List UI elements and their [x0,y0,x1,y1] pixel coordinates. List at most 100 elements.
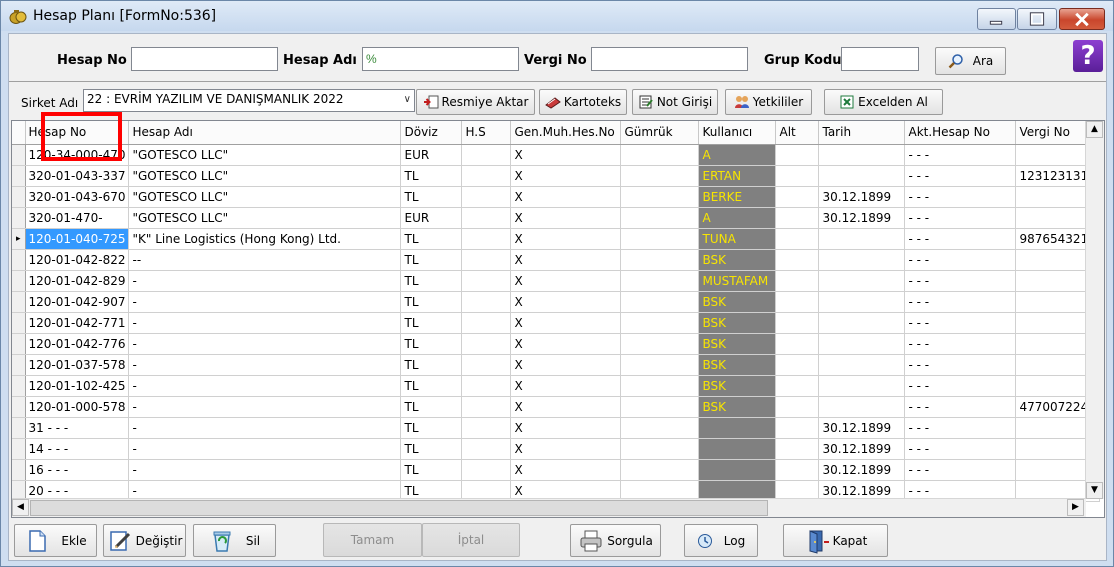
table-cell[interactable]: X [510,270,622,292]
table-cell[interactable]: ERTAN [698,165,777,187]
table-cell[interactable]: BSK [698,354,777,376]
table-cell[interactable]: 30.12.1899 [818,186,906,208]
table-cell[interactable] [818,228,906,250]
grup-kodu-input[interactable] [841,47,919,71]
vertical-scrollbar[interactable]: ▲ ▼ [1085,121,1104,499]
table-cell[interactable] [620,249,700,271]
table-cell[interactable] [775,291,820,313]
horizontal-scroll-thumb[interactable] [30,500,768,516]
table-cell[interactable]: - - - [904,459,1017,481]
table-row[interactable]: 320-01-043-670 "GOTESCO LLC" TL X BERKE 30.12… [12,186,1100,208]
row-indicator[interactable] [12,459,26,481]
table-cell[interactable]: 120-01-000-578 [25,396,130,418]
not-girisi-button[interactable]: Not Girişi [632,89,718,115]
iptal-button[interactable]: İptal [422,523,520,557]
table-cell[interactable] [461,438,512,460]
row-indicator[interactable] [12,312,26,334]
table-row[interactable]: 120-01-042-907- TL X BSK - - - [12,291,1100,313]
table-cell[interactable]: - - - [904,291,1017,313]
table-row[interactable]: 120-01-042-822 -- TL X BSK - - - [12,249,1100,271]
table-cell[interactable]: - [128,459,402,481]
table-cell[interactable]: - - - [904,333,1017,355]
table-cell[interactable]: BSK [698,312,777,334]
table-row[interactable]: 31 - - - - TL X 30.12.1899- - - [12,417,1100,439]
table-cell[interactable]: X [510,375,622,397]
column-header[interactable]: Gen.Muh.Hes.No [510,121,622,145]
table-cell[interactable]: A [698,207,777,229]
table-cell[interactable]: - [128,291,402,313]
table-cell[interactable] [620,354,700,376]
table-cell[interactable] [775,312,820,334]
table-cell[interactable] [775,144,820,166]
table-cell[interactable]: - - - [904,354,1017,376]
table-cell[interactable] [620,312,700,334]
table-cell[interactable]: 120-01-042-907 [25,291,130,313]
table-cell[interactable]: - [128,417,402,439]
table-cell[interactable]: 120-01-042-771 [25,312,130,334]
table-cell[interactable] [775,417,820,439]
table-cell[interactable]: X [510,165,622,187]
sil-button[interactable]: Sil [193,524,276,557]
table-cell[interactable]: 120-01-042-776 [25,333,130,355]
table-cell[interactable] [775,165,820,187]
hesap-no-input[interactable] [131,47,278,71]
table-cell[interactable] [698,417,777,439]
table-cell[interactable]: TL [400,438,463,460]
table-cell[interactable] [461,291,512,313]
table-cell[interactable]: - - - [904,207,1017,229]
table-cell[interactable] [461,144,512,166]
column-header[interactable]: Gümrük [620,121,700,145]
sorgula-button[interactable]: Sorgula [570,524,661,557]
table-cell[interactable] [620,417,700,439]
vergi-no-input[interactable] [591,47,748,71]
table-cell[interactable]: 30.12.1899 [818,438,906,460]
table-row[interactable]: 320-01-470- "GOTESCO LLC" EUR X A 30.12.1899-… [12,207,1100,229]
table-cell[interactable]: TL [400,270,463,292]
table-cell[interactable]: "GOTESCO LLC" [128,144,402,166]
table-cell[interactable]: BSK [698,333,777,355]
table-cell[interactable]: - - - [904,396,1017,418]
table-cell[interactable] [461,333,512,355]
table-cell[interactable]: BSK [698,291,777,313]
table-cell[interactable] [461,459,512,481]
table-cell[interactable] [818,249,906,271]
table-cell[interactable]: 31 - - - [25,417,130,439]
table-cell[interactable]: TL [400,396,463,418]
table-row[interactable]: 320-01-043-337 "GOTESCO LLC" TL X ERTAN - - -… [12,165,1100,187]
table-cell[interactable]: 16 - - - [25,459,130,481]
table-cell[interactable]: - [128,312,402,334]
scroll-down-icon[interactable]: ▼ [1086,482,1103,499]
table-cell[interactable]: TL [400,333,463,355]
table-cell[interactable] [461,354,512,376]
table-cell[interactable]: TL [400,165,463,187]
table-cell[interactable]: X [510,417,622,439]
table-cell[interactable] [775,438,820,460]
table-cell[interactable] [818,144,906,166]
table-cell[interactable] [818,165,906,187]
table-cell[interactable] [461,375,512,397]
table-cell[interactable]: - [128,438,402,460]
row-indicator[interactable] [12,354,26,376]
ekle-button[interactable]: Ekle [14,524,97,557]
table-cell[interactable]: "GOTESCO LLC" [128,165,402,187]
table-cell[interactable] [775,207,820,229]
row-indicator[interactable] [12,249,26,271]
degistir-button[interactable]: Değiştir [103,524,186,557]
table-cell[interactable]: "GOTESCO LLC" [128,186,402,208]
minimize-button[interactable] [977,8,1016,30]
table-cell[interactable]: 14 - - - [25,438,130,460]
table-cell[interactable]: X [510,459,622,481]
table-cell[interactable]: TUNA [698,228,777,250]
column-header[interactable]: Tarih [818,121,906,145]
table-cell[interactable]: - [128,375,402,397]
table-cell[interactable] [620,165,700,187]
table-cell[interactable]: MUSTAFAM [698,270,777,292]
table-cell[interactable] [620,375,700,397]
table-cell[interactable]: TL [400,249,463,271]
table-cell[interactable] [620,207,700,229]
table-cell[interactable] [620,186,700,208]
table-cell[interactable] [698,459,777,481]
table-cell[interactable]: X [510,333,622,355]
table-cell[interactable] [818,375,906,397]
help-icon[interactable]: ? [1073,40,1103,72]
